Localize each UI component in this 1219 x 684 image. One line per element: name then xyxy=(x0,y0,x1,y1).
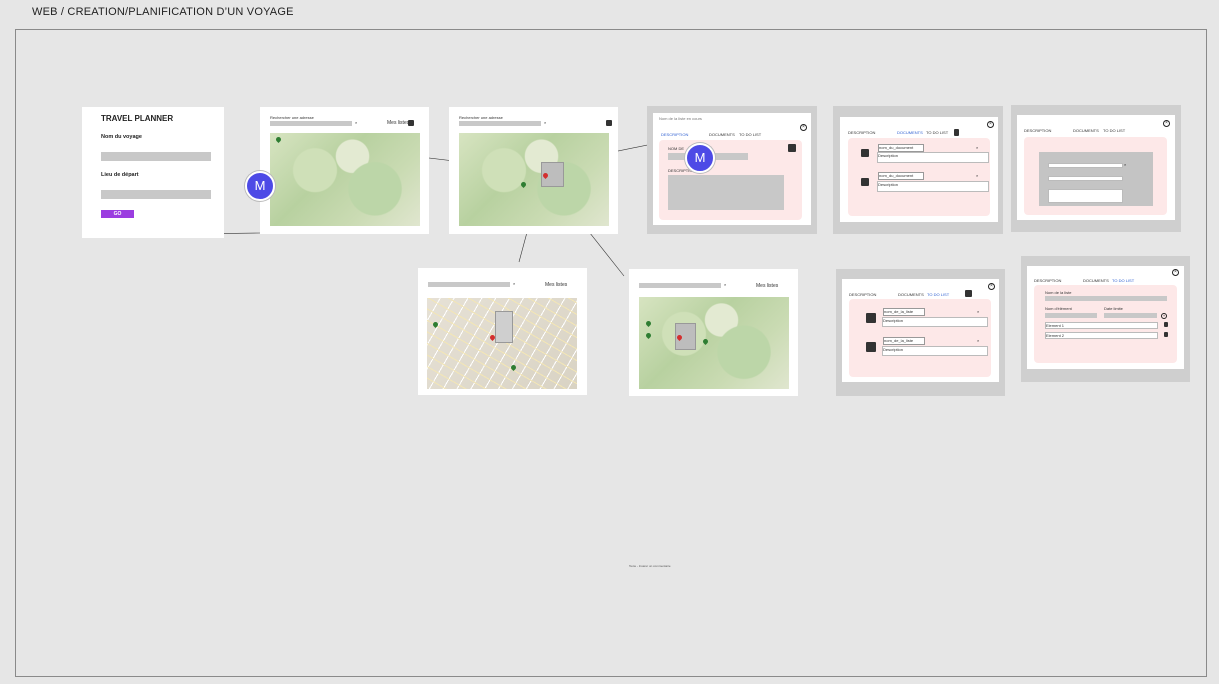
search-icon[interactable]: ⌕ xyxy=(1124,162,1126,167)
document-icon xyxy=(861,178,869,186)
close-icon[interactable]: × xyxy=(1163,120,1170,127)
my-lists-link[interactable]: Mes listes xyxy=(545,282,567,288)
tab-documents[interactable]: DOCUMENTS xyxy=(1073,128,1099,133)
footer-note: Texte - Insérer un commentaire xyxy=(629,564,671,568)
tab-description[interactable]: DESCRIPTION xyxy=(1024,128,1051,133)
tab-description[interactable]: DESCRIPTION xyxy=(1034,278,1061,283)
save-icon[interactable] xyxy=(788,144,796,152)
collaborator-avatar: M xyxy=(685,143,715,173)
date-input[interactable] xyxy=(1104,313,1157,318)
list-name-input[interactable] xyxy=(1045,296,1167,301)
document-description[interactable]: Description xyxy=(877,181,989,192)
element-row[interactable]: Element 2 xyxy=(1045,332,1158,339)
list-name[interactable]: nom_de_la_liste xyxy=(883,337,925,345)
list-name-label: Nom de la liste xyxy=(1045,290,1072,295)
tab-description[interactable]: DESCRIPTION xyxy=(848,130,875,135)
search-input[interactable] xyxy=(270,121,352,126)
tab-todo[interactable]: TO DO LIST xyxy=(1112,278,1134,283)
collaborator-avatar: M xyxy=(245,171,275,201)
todo-search-window: × DESCRIPTION DOCUMENTS TO DO LIST ⌕ xyxy=(1017,115,1175,220)
search-icon[interactable]: ⌕ xyxy=(977,309,979,314)
notes-input[interactable] xyxy=(1048,189,1123,203)
close-icon[interactable]: × xyxy=(1172,269,1179,276)
element-row[interactable]: Element 1 xyxy=(1045,322,1158,329)
delete-icon[interactable] xyxy=(1164,322,1168,327)
tab-todo[interactable]: TO DO LIST xyxy=(1103,128,1125,133)
tab-documents[interactable]: DOCUMENTS xyxy=(709,132,735,137)
tab-documents[interactable]: DOCUMENTS xyxy=(1083,278,1109,283)
tab-todo[interactable]: TO DO LIST xyxy=(927,292,949,297)
lists-icon[interactable] xyxy=(408,120,414,126)
tab-documents[interactable]: DOCUMENTS xyxy=(898,292,924,297)
map-view[interactable] xyxy=(639,297,789,389)
add-document-icon[interactable] xyxy=(954,129,959,136)
tab-todo[interactable]: TO DO LIST xyxy=(926,130,948,135)
description-textarea[interactable] xyxy=(668,175,784,210)
delete-icon[interactable] xyxy=(1164,332,1168,337)
form-title: TRAVEL PLANNER xyxy=(101,114,174,123)
departure-input[interactable] xyxy=(101,190,211,199)
search-icon[interactable]: ⌕ xyxy=(976,145,978,150)
search-icon[interactable]: ⌕ xyxy=(355,120,357,125)
trip-name-input[interactable] xyxy=(101,152,211,161)
list-name[interactable]: nom_de_la_liste xyxy=(883,308,925,316)
documents-window: × DESCRIPTION DOCUMENTS TO DO LIST nom_d… xyxy=(840,117,998,222)
field-input[interactable] xyxy=(1048,176,1123,181)
current-list-header: Nom de la liste en cours xyxy=(659,116,702,121)
search-icon[interactable]: ⌕ xyxy=(513,281,515,286)
tab-documents[interactable]: DOCUMENTS xyxy=(897,130,923,135)
map-screen-popup: Rechercher une adresse ⌕ xyxy=(449,107,618,234)
city-map-screen: ⌕ Mes listes xyxy=(418,268,587,395)
lists-icon[interactable] xyxy=(606,120,612,126)
search-label: Rechercher une adresse xyxy=(459,115,503,120)
my-lists-link[interactable]: Mes listes xyxy=(387,120,409,126)
checklist-icon xyxy=(866,313,876,323)
search-icon[interactable]: ⌕ xyxy=(724,282,726,287)
map-view[interactable] xyxy=(270,133,420,226)
search-input[interactable] xyxy=(428,282,510,287)
element-name-input[interactable] xyxy=(1045,313,1097,318)
search-label: Rechercher une adresse xyxy=(270,115,314,120)
map-pins-screen: ⌕ Mes listes xyxy=(629,269,798,396)
element-name-label: Nom d'élément xyxy=(1045,306,1072,311)
close-icon[interactable]: × xyxy=(800,124,807,131)
search-input[interactable] xyxy=(1048,163,1123,168)
add-element-icon[interactable]: + xyxy=(1161,313,1167,319)
document-description[interactable]: Description xyxy=(877,152,989,163)
search-input[interactable] xyxy=(459,121,541,126)
document-icon xyxy=(861,149,869,157)
map-screen-search: Rechercher une adresse ⌕ Mes listes xyxy=(260,107,429,234)
document-name[interactable]: nom_du_document xyxy=(878,144,924,152)
trip-name-label: Nom du voyage xyxy=(101,134,142,140)
search-icon[interactable]: ⌕ xyxy=(976,173,978,178)
tab-todo[interactable]: TO DO LIST xyxy=(739,132,761,137)
todo-window: × DESCRIPTION DOCUMENTS TO DO LIST nom_d… xyxy=(842,279,999,382)
document-name[interactable]: nom_du_document xyxy=(878,172,924,180)
close-icon[interactable]: × xyxy=(988,283,995,290)
list-editor-window: × DESCRIPTION DOCUMENTS TO DO LIST Nom d… xyxy=(1027,266,1184,369)
date-label: Date limite xyxy=(1104,306,1123,311)
name-label: NOM DE xyxy=(668,146,684,151)
departure-label: Lieu de départ xyxy=(101,172,139,178)
list-description[interactable]: Description xyxy=(882,346,988,356)
search-input[interactable] xyxy=(639,283,721,288)
my-lists-link[interactable]: Mes listes xyxy=(756,283,778,289)
search-icon[interactable]: ⌕ xyxy=(977,338,979,343)
go-button[interactable]: GO xyxy=(101,210,134,218)
close-icon[interactable]: × xyxy=(987,121,994,128)
map-view[interactable] xyxy=(459,133,609,226)
list-description[interactable]: Description xyxy=(882,317,988,327)
description-window: Nom de la liste en cours × DESCRIPTION D… xyxy=(653,113,811,225)
tab-description[interactable]: DESCRIPTION xyxy=(661,132,688,137)
search-icon[interactable]: ⌕ xyxy=(544,120,546,125)
tab-description[interactable]: DESCRIPTION xyxy=(849,292,876,297)
add-list-icon[interactable] xyxy=(965,290,972,297)
checklist-icon xyxy=(866,342,876,352)
map-popup[interactable] xyxy=(495,311,513,343)
travel-planner-form: TRAVEL PLANNER Nom du voyage Lieu de dép… xyxy=(82,107,224,238)
